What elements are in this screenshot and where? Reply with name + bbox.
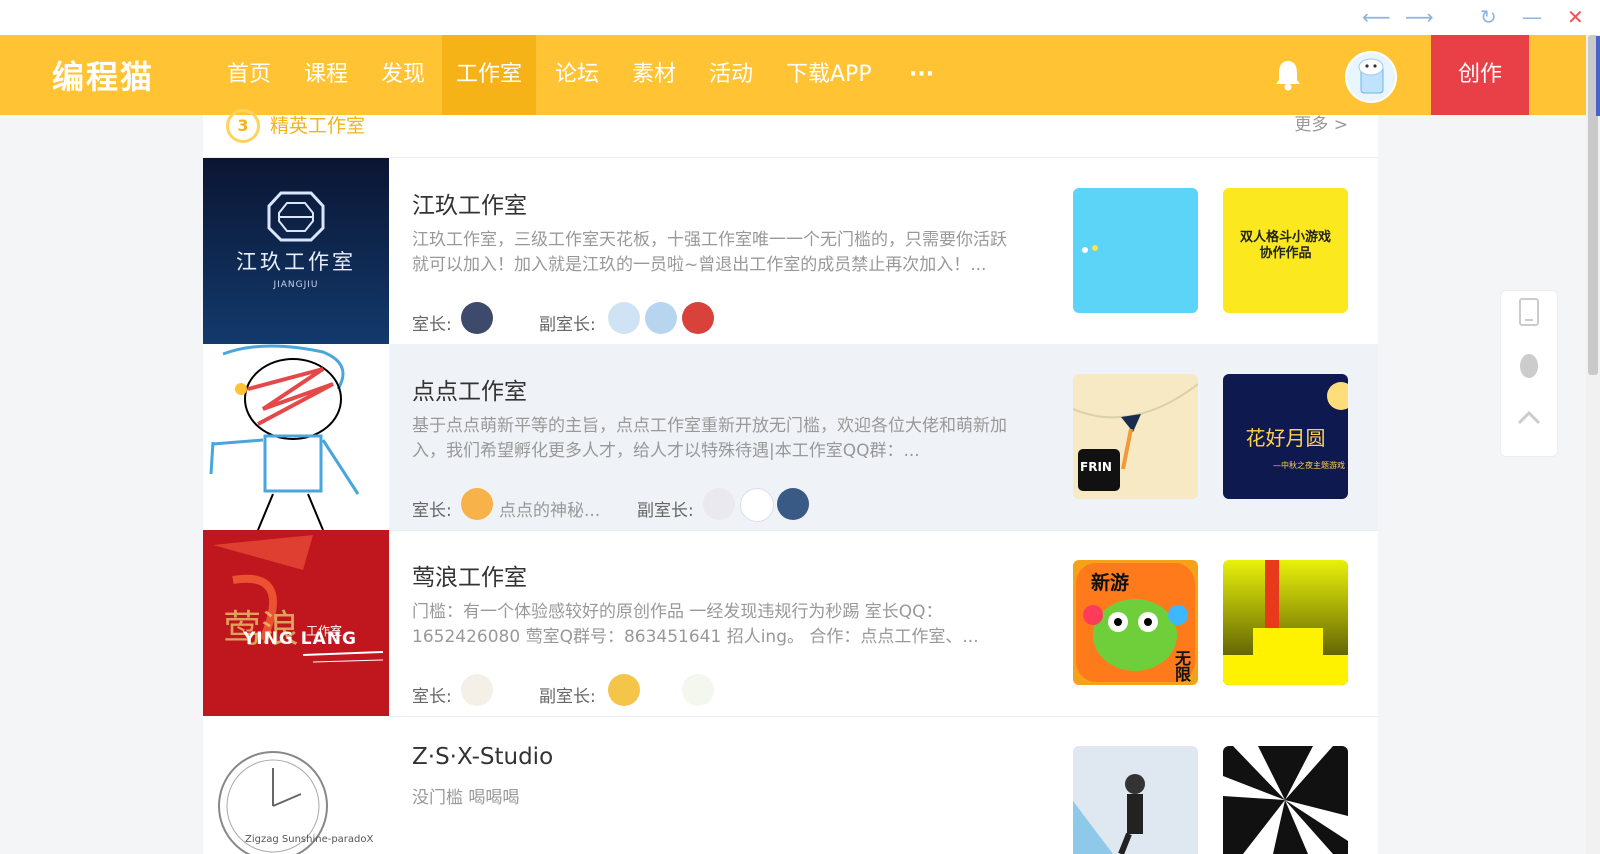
- deputy-avatar[interactable]: [608, 674, 640, 706]
- owner-avatar[interactable]: [461, 302, 493, 334]
- game-sprite-icon: [1082, 245, 1098, 253]
- work-subtitle: —中秋之夜主题游戏: [1273, 461, 1345, 470]
- work-thumbnail[interactable]: [1073, 188, 1198, 313]
- deputy-avatar[interactable]: [645, 302, 677, 334]
- studio-cover[interactable]: Zigzag Sunshine-paradoX: [203, 716, 389, 854]
- bell-icon[interactable]: [1273, 58, 1303, 92]
- user-avatar[interactable]: [1345, 51, 1397, 103]
- section-title: 精英工作室: [270, 115, 366, 137]
- nav-home[interactable]: 首页: [213, 35, 285, 115]
- forward-icon[interactable]: ⟶: [1405, 4, 1434, 30]
- work-thumbnail[interactable]: 花好月圆 —中秋之夜主题游戏: [1223, 374, 1348, 499]
- nav-forum[interactable]: 论坛: [541, 35, 613, 115]
- nav-download-app[interactable]: 下载APP: [772, 35, 886, 115]
- work-thumbnail[interactable]: 新游 无限: [1073, 560, 1198, 685]
- create-button[interactable]: 创作: [1431, 35, 1529, 115]
- deputy-avatar[interactable]: [608, 302, 640, 334]
- owner-label: 室长:: [412, 687, 452, 707]
- studio-row[interactable]: 莺浪 工作室 YING LANG 莺浪工作室 门槛：有一个体验感较好的原创作品 …: [203, 530, 1378, 717]
- studio-cover[interactable]: 江玖工作室 JIANGJIU: [203, 158, 389, 344]
- refresh-icon[interactable]: ↻: [1480, 4, 1497, 30]
- work-title: 花好月圆: [1245, 426, 1326, 450]
- minimize-icon[interactable]: —: [1522, 4, 1542, 30]
- work-badge: 无限: [1172, 650, 1191, 682]
- dancer-icon: [1073, 774, 1145, 854]
- studio-row[interactable]: 点点工作室 基于点点萌新平等的主旨，点点工作室重新开放无门槛，欢迎各位大佬和萌新…: [203, 344, 1378, 531]
- rank-badge-icon: 3: [226, 109, 260, 143]
- cover-subtitle: Zigzag Sunshine-paradoX: [245, 834, 374, 845]
- owner-label: 室长:: [412, 315, 452, 335]
- studio-description: 基于点点萌新平等的主旨，点点工作室重新开放无门槛，欢迎各位大佬和萌新加入，我们希…: [412, 416, 1007, 461]
- work-thumbnail[interactable]: 双人格斗小游戏 协作作品: [1223, 188, 1348, 313]
- site-logo[interactable]: 编程猫: [52, 52, 154, 98]
- studio-name[interactable]: 江玖工作室: [412, 186, 527, 220]
- studio-name[interactable]: Z·S·X-Studio: [412, 744, 553, 770]
- more-link[interactable]: 更多 >: [1294, 115, 1348, 135]
- section-header: 3 精英工作室 更多 >: [203, 109, 1378, 158]
- qq-icon[interactable]: [1520, 354, 1538, 378]
- top-navbar: 编程猫 首页 课程 发现 工作室 论坛 素材 活动 下载APP ··· 创作: [0, 35, 1586, 115]
- burst-art-icon: [1223, 746, 1348, 854]
- owner-avatar[interactable]: [461, 488, 493, 520]
- nav-more[interactable]: ···: [895, 35, 948, 115]
- studio-description: 门槛：有一个体验感较好的原创作品 一经发现违规行为秒踢 室长QQ：1652426…: [412, 602, 979, 647]
- work-thumbnail[interactable]: [1223, 746, 1348, 854]
- work-title: 双人格斗小游戏 协作作品: [1239, 230, 1331, 261]
- close-icon[interactable]: ✕: [1567, 4, 1584, 30]
- nav-courses[interactable]: 课程: [290, 35, 362, 115]
- doodle-character-icon: [209, 344, 360, 530]
- deputy-label: 副室长:: [539, 687, 596, 707]
- owner-label: 室长:: [412, 501, 452, 521]
- nav-discover[interactable]: 发现: [367, 35, 439, 115]
- back-icon[interactable]: ⟵: [1362, 4, 1391, 30]
- tower-game-icon: [1223, 560, 1348, 685]
- studio-row[interactable]: Zigzag Sunshine-paradoX Z·S·X-Studio 没门槛…: [203, 716, 1378, 854]
- nav-events[interactable]: 活动: [695, 35, 767, 115]
- cover-subtitle: YING LANG: [243, 629, 357, 649]
- work-thumbnail[interactable]: FRIN: [1073, 374, 1198, 499]
- studio-list-panel: 3 精英工作室 更多 > 江玖工作室 JIANGJIU 江玖工作室 江玖工作室，…: [203, 109, 1378, 854]
- nav-materials[interactable]: 素材: [618, 35, 690, 115]
- floating-toolbar: [1500, 290, 1558, 457]
- back-to-top-icon[interactable]: [1517, 410, 1541, 425]
- cover-subtitle: JIANGJIU: [273, 280, 319, 290]
- nav-studio[interactable]: 工作室: [442, 35, 537, 115]
- studio-cover[interactable]: [203, 344, 389, 530]
- work-thumbnail[interactable]: [1073, 746, 1198, 854]
- work-badge: FRIN: [1080, 460, 1112, 474]
- owner-name[interactable]: 点点的神秘...: [499, 496, 600, 521]
- window-titlebar: ⟵ ⟶ ↻ — ✕: [0, 0, 1600, 35]
- studio-name[interactable]: 点点工作室: [412, 372, 527, 406]
- deputy-avatar[interactable]: [703, 488, 735, 520]
- studio-cover[interactable]: 莺浪 工作室 YING LANG: [203, 530, 389, 716]
- deputy-avatar[interactable]: [740, 488, 774, 522]
- mobile-app-icon[interactable]: [1519, 298, 1539, 326]
- deputy-avatar[interactable]: [682, 302, 714, 334]
- deputy-label: 副室长:: [637, 501, 694, 521]
- deputy-label: 副室长:: [539, 315, 596, 335]
- scroll-accent: [1596, 36, 1600, 116]
- deputy-avatar[interactable]: [777, 488, 809, 520]
- studio-description: 江玖工作室，三级工作室天花板，十强工作室唯一一个无门槛的，只需要你活跃就可以加入…: [412, 230, 1007, 275]
- work-title: 新游: [1091, 572, 1130, 594]
- owner-avatar[interactable]: [461, 674, 493, 706]
- deputy-avatar[interactable]: [682, 674, 714, 706]
- studio-description: 没门槛 喝喝喝: [412, 788, 520, 808]
- cover-title: 江玖工作室: [236, 250, 356, 274]
- studio-name[interactable]: 莺浪工作室: [412, 558, 527, 592]
- work-thumbnail[interactable]: [1223, 560, 1348, 685]
- kite-icon: [1073, 383, 1198, 491]
- studio-row[interactable]: 江玖工作室 JIANGJIU 江玖工作室 江玖工作室，三级工作室天花板，十强工作…: [203, 158, 1378, 345]
